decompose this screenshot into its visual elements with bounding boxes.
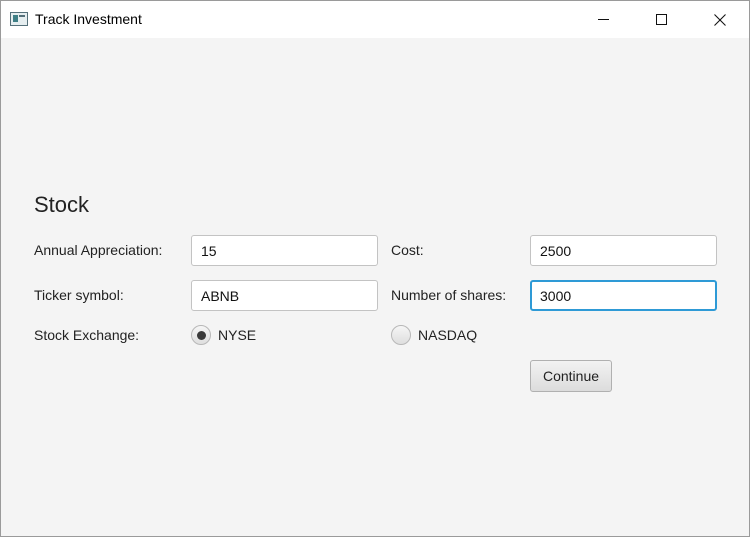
close-button[interactable] bbox=[697, 1, 743, 38]
app-icon bbox=[10, 12, 28, 26]
ticker-symbol-label: Ticker symbol: bbox=[34, 287, 124, 303]
radio-nyse-indicator[interactable] bbox=[191, 325, 211, 345]
annual-appreciation-label: Annual Appreciation: bbox=[34, 242, 163, 258]
number-of-shares-label: Number of shares: bbox=[391, 287, 507, 303]
minimize-button[interactable] bbox=[580, 1, 626, 38]
cost-label: Cost: bbox=[391, 242, 424, 258]
minimize-icon bbox=[597, 19, 609, 20]
maximize-icon bbox=[655, 14, 667, 25]
title-bar: Track Investment bbox=[1, 1, 749, 38]
radio-nasdaq[interactable]: NASDAQ bbox=[391, 325, 477, 345]
continue-button[interactable]: Continue bbox=[530, 360, 612, 392]
cost-input[interactable] bbox=[530, 235, 717, 266]
annual-appreciation-input[interactable] bbox=[191, 235, 378, 266]
stock-exchange-label: Stock Exchange: bbox=[34, 327, 140, 343]
ticker-symbol-input[interactable] bbox=[191, 280, 378, 311]
number-of-shares-input[interactable] bbox=[530, 280, 717, 311]
app-window: Track Investment Stock Annual Appreciati… bbox=[0, 0, 750, 537]
radio-nyse[interactable]: NYSE bbox=[191, 325, 256, 345]
radio-nasdaq-indicator[interactable] bbox=[391, 325, 411, 345]
radio-nyse-label: NYSE bbox=[218, 327, 257, 343]
close-icon bbox=[714, 13, 726, 26]
radio-selected-dot bbox=[196, 330, 206, 340]
form-heading: Stock bbox=[34, 192, 90, 217]
radio-nasdaq-label: NASDAQ bbox=[418, 327, 478, 343]
maximize-button[interactable] bbox=[638, 1, 684, 38]
window-title: Track Investment bbox=[35, 11, 142, 27]
